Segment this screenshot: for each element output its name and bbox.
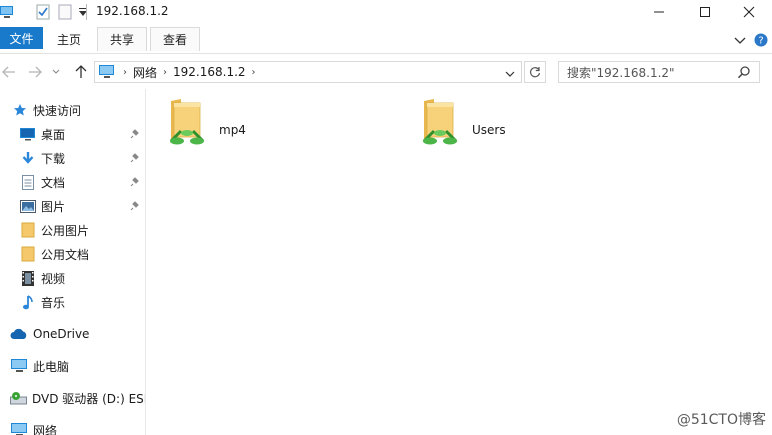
- nav-label: 图片: [41, 199, 66, 214]
- video-icon: [20, 270, 36, 286]
- nav-quick-access[interactable]: 快速访问: [0, 99, 145, 121]
- breadcrumb-chevron-icon: ›: [163, 66, 168, 78]
- folder-icon: [20, 222, 36, 238]
- nav-label: 视频: [41, 271, 66, 286]
- watermark: @51CTO博客: [676, 412, 766, 428]
- search-placeholder: 搜索"192.168.1.2": [567, 65, 675, 80]
- ribbon: 文件 主页 共享 查看 ?: [0, 24, 772, 54]
- star-icon: [12, 102, 28, 118]
- nav-onedrive[interactable]: OneDrive: [0, 323, 145, 345]
- dvd-drive-icon: [10, 390, 27, 406]
- tab-share[interactable]: 共享: [97, 27, 147, 51]
- arrow-left-icon: [2, 66, 15, 78]
- cloud-icon: [10, 326, 28, 342]
- search-icon[interactable]: [737, 65, 751, 82]
- nav-item-music[interactable]: 音乐: [0, 291, 145, 313]
- nav-item-desktop[interactable]: 桌面: [0, 123, 145, 145]
- tab-view[interactable]: 查看: [150, 27, 200, 51]
- quick-access-toolbar: [0, 3, 88, 21]
- computer-icon[interactable]: [0, 5, 14, 19]
- up-button[interactable]: [72, 63, 90, 81]
- nav-label: OneDrive: [33, 327, 90, 341]
- nav-label: 此电脑: [33, 359, 70, 374]
- arrow-right-icon: [29, 66, 42, 78]
- tab-home[interactable]: 主页: [48, 27, 90, 51]
- expand-ribbon-icon[interactable]: [734, 35, 746, 49]
- navigation-pane: 快速访问 桌面 下载 文档 图片 公用图片 公用文档 视频 音乐 OneDriv…: [0, 89, 146, 435]
- title-separator: [86, 4, 87, 20]
- breadcrumb-chevron-icon: ›: [251, 66, 256, 78]
- computer-icon: [99, 65, 115, 79]
- ribbon-right-controls: ?: [734, 33, 768, 50]
- breadcrumb-network[interactable]: 网络: [133, 64, 157, 81]
- nav-label: 桌面: [41, 127, 66, 142]
- nav-item-pictures[interactable]: 图片: [0, 195, 145, 217]
- address-bar[interactable]: › 网络 › 192.168.1.2 ›: [94, 61, 522, 83]
- nav-this-pc[interactable]: 此电脑: [0, 355, 145, 377]
- svg-text:?: ?: [758, 36, 763, 47]
- nav-item-videos[interactable]: 视频: [0, 267, 145, 289]
- nav-label: 网络: [33, 423, 58, 435]
- nav-label: 下载: [41, 151, 66, 166]
- file-list: mp4 Users: [147, 89, 772, 435]
- nav-dvd-drive[interactable]: DVD 驱动器 (D:) ESD: [0, 387, 146, 409]
- document-icon: [20, 174, 36, 190]
- pin-icon[interactable]: [130, 200, 140, 214]
- recent-locations-button[interactable]: [50, 63, 62, 81]
- breadcrumb-chevron-icon: ›: [123, 66, 127, 78]
- shared-folder-icon: [420, 97, 460, 150]
- tab-file[interactable]: 文件: [0, 27, 43, 49]
- nav-label: DVD 驱动器 (D:) ESD: [32, 391, 146, 406]
- close-button[interactable]: [726, 0, 772, 24]
- window-title: 192.168.1.2: [96, 4, 169, 18]
- network-icon: [10, 422, 28, 435]
- address-row: › 网络 › 192.168.1.2 › 搜索"192.168.1.2": [0, 55, 772, 89]
- pin-icon[interactable]: [130, 152, 140, 166]
- maximize-button[interactable]: [682, 0, 728, 24]
- shared-folder-users[interactable]: Users: [420, 97, 506, 153]
- help-icon[interactable]: ?: [754, 33, 768, 50]
- minimize-icon: [654, 11, 664, 13]
- folder-icon: [20, 246, 36, 262]
- pin-icon[interactable]: [130, 128, 140, 142]
- minimize-button[interactable]: [636, 0, 682, 24]
- nav-network[interactable]: 网络: [0, 419, 145, 435]
- folder-name: Users: [472, 123, 506, 137]
- pictures-icon: [20, 198, 36, 214]
- close-icon: [743, 6, 755, 18]
- shared-folder-mp4[interactable]: mp4: [167, 97, 246, 153]
- refresh-button[interactable]: [524, 61, 546, 83]
- refresh-icon: [529, 67, 541, 78]
- nav-label: 公用文档: [41, 247, 90, 262]
- back-button[interactable]: [0, 63, 18, 81]
- breadcrumb-host[interactable]: 192.168.1.2: [173, 65, 246, 79]
- desktop-icon: [20, 126, 36, 142]
- folder-name: mp4: [219, 123, 246, 137]
- search-input[interactable]: 搜索"192.168.1.2": [558, 61, 760, 83]
- shared-folder-icon: [167, 97, 207, 150]
- download-icon: [20, 150, 36, 166]
- nav-item-public-documents[interactable]: 公用文档: [0, 243, 145, 265]
- address-history-chevron-icon[interactable]: [505, 67, 515, 81]
- properties-icon[interactable]: [36, 4, 50, 20]
- maximize-icon: [700, 7, 710, 17]
- music-icon: [20, 294, 36, 310]
- nav-label: 文档: [41, 175, 66, 190]
- pin-icon[interactable]: [130, 176, 140, 190]
- forward-button[interactable]: [26, 63, 44, 81]
- nav-item-public-pictures[interactable]: 公用图片: [0, 219, 145, 241]
- nav-item-documents[interactable]: 文档: [0, 171, 145, 193]
- computer-icon: [10, 358, 28, 374]
- chevron-down-icon: [52, 69, 60, 74]
- new-folder-icon[interactable]: [58, 4, 72, 20]
- nav-label: 快速访问: [33, 103, 82, 118]
- arrow-up-icon: [75, 65, 87, 78]
- nav-item-downloads[interactable]: 下载: [0, 147, 145, 169]
- nav-label: 公用图片: [41, 223, 90, 238]
- nav-label: 音乐: [41, 295, 66, 310]
- title-bar: 192.168.1.2: [0, 0, 772, 24]
